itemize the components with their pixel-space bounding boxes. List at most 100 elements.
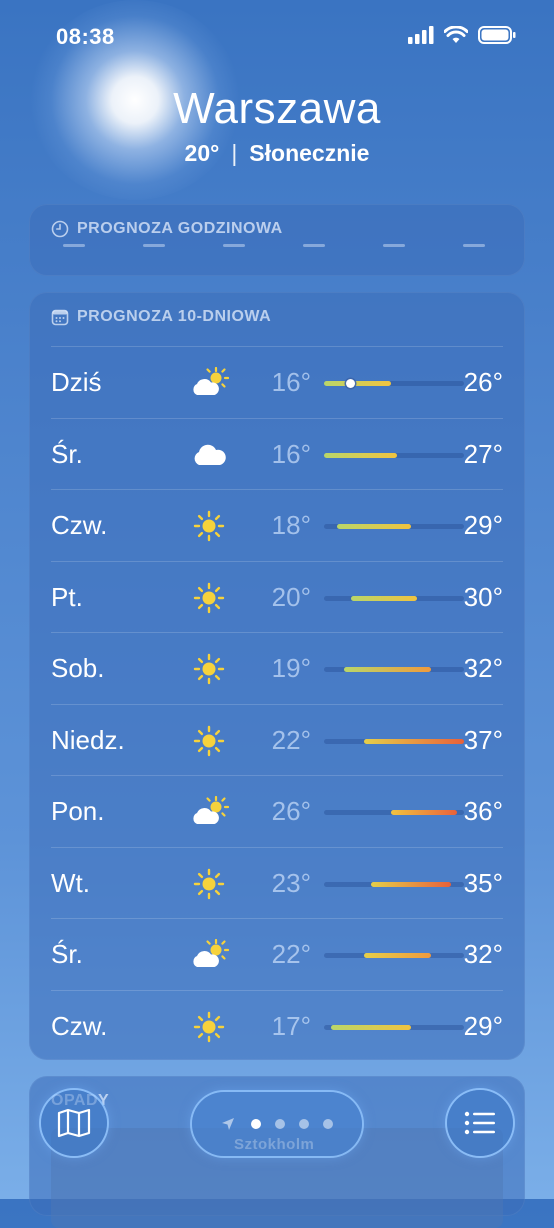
temp-range-bar [324,452,398,458]
temp-range-track [324,810,464,815]
page-dot[interactable] [323,1119,333,1129]
conditions-separator: | [231,140,238,166]
day-low-temp: 17° [271,1010,311,1041]
current-condition: Słonecznie [249,140,370,166]
battery-icon [478,26,516,44]
temp-range-track [324,738,464,744]
day-high-temp: 29° [463,1010,503,1041]
status-bar: 08:38 [0,22,554,52]
day-name: Śr. [51,939,83,969]
temp-range-track [324,524,464,529]
hourly-forecast-title: PROGNOZA GODZINOWA [77,220,283,237]
day-high-temp: 32° [463,939,503,969]
current-temp-marker [346,379,356,388]
day-name: Wt. [51,867,90,898]
day-row[interactable]: Sob. 19° 32° [51,632,503,704]
hourly-placeholder [63,244,85,247]
day-row[interactable]: Niedz. 22° 37° [51,703,503,776]
day-low-temp: 16° [271,438,311,469]
day-name: Czw. [51,1010,108,1041]
calendar-icon [51,309,69,326]
hourly-forecast-header: PROGNOZA GODZINOWA [29,204,525,238]
sun-icon [189,653,229,685]
wifi-icon [444,26,468,43]
day-row[interactable]: Pt. 20° 30° [51,560,503,633]
sun-icon [189,725,229,757]
day-name: Dziś [51,367,102,397]
temp-range-track [324,452,464,458]
map-icon [57,1108,91,1138]
day-row[interactable]: Śr. 16° 27° [51,417,503,490]
temp-range-track [324,379,464,388]
hourly-forecast-strip [29,238,525,247]
day-low-temp: 20° [271,581,311,612]
temp-range-bar [330,1024,411,1030]
day-high-temp: 32° [463,653,503,683]
temp-range-track [324,667,464,672]
day-row[interactable]: Dziś 16° 26° [51,346,503,418]
day-low-temp: 23° [271,867,311,898]
sun-icon [189,1011,229,1043]
location-header: Warszawa 20° | Słonecznie [0,84,554,167]
temp-range-track [324,1024,464,1030]
list-icon [464,1111,495,1135]
day-low-temp: 18° [271,510,311,540]
cloud-icon [189,439,229,471]
hourly-forecast-card[interactable]: PROGNOZA GODZINOWA [29,204,525,276]
temp-range-track [324,953,464,958]
city-name: Warszawa [173,84,381,133]
day-name: Pt. [51,581,83,612]
temp-range-bar [364,738,464,744]
hourly-placeholder [303,244,325,247]
temp-range-bar [344,667,431,672]
day-name: Śr. [51,438,83,469]
current-temperature: 20° [184,140,220,166]
partly-cloudy-sun-icon [189,795,230,828]
cellular-signal-icon [408,26,434,44]
day-row[interactable]: Śr. 22° 32° [51,918,503,990]
day-high-temp: 35° [463,867,503,898]
hourly-placeholder [383,244,405,247]
hourly-placeholder [223,244,245,247]
temp-range-bar [324,381,391,386]
temp-range-bar [364,953,431,958]
day-low-temp: 16° [271,367,311,397]
page-dot[interactable] [275,1119,285,1129]
day-low-temp: 22° [271,939,311,969]
page-dot-active[interactable] [251,1119,261,1129]
day-row[interactable]: Wt. 23° 35° [51,846,503,919]
day-row[interactable]: Czw. 18° 29° [51,489,503,561]
daily-forecast-card[interactable]: PROGNOZA 10-DNIOWA Dziś 16° 26° Śr. 16° 27° Cz… [29,292,525,1060]
day-high-temp: 37° [463,724,503,755]
status-time: 08:38 [56,24,115,49]
sun-icon [189,510,229,542]
day-row[interactable]: Czw. 17° 29° [51,989,503,1062]
day-high-temp: 27° [463,438,503,469]
day-name: Niedz. [51,724,125,755]
map-button[interactable] [41,1090,107,1156]
temp-range-bar [350,595,418,601]
day-name: Pon. [51,796,105,826]
temp-range-track [324,595,464,601]
watermark-text: Sztokholm [234,1136,315,1153]
day-row[interactable]: Pon. 26° 36° [51,775,503,847]
daily-forecast-title: PROGNOZA 10-DNIOWA [77,308,272,325]
day-high-temp: 30° [463,581,503,612]
day-name: Sob. [51,653,105,683]
temp-range-bar [370,881,451,887]
page-dot[interactable] [299,1119,309,1129]
day-low-temp: 22° [271,724,311,755]
day-high-temp: 36° [463,796,503,826]
day-low-temp: 26° [271,796,311,826]
sun-icon [189,868,229,900]
daily-forecast-header: PROGNOZA 10-DNIOWA [29,292,525,326]
status-icons [408,26,516,44]
locations-list-button[interactable] [447,1090,513,1156]
partly-cloudy-sun-icon [189,366,230,399]
partly-cloudy-sun-icon [189,938,230,971]
current-conditions: 20° | Słonecznie [0,140,554,167]
hourly-placeholder [463,244,485,247]
temp-range-track [324,881,464,887]
location-arrow-icon [222,1118,234,1130]
day-high-temp: 29° [463,510,503,540]
